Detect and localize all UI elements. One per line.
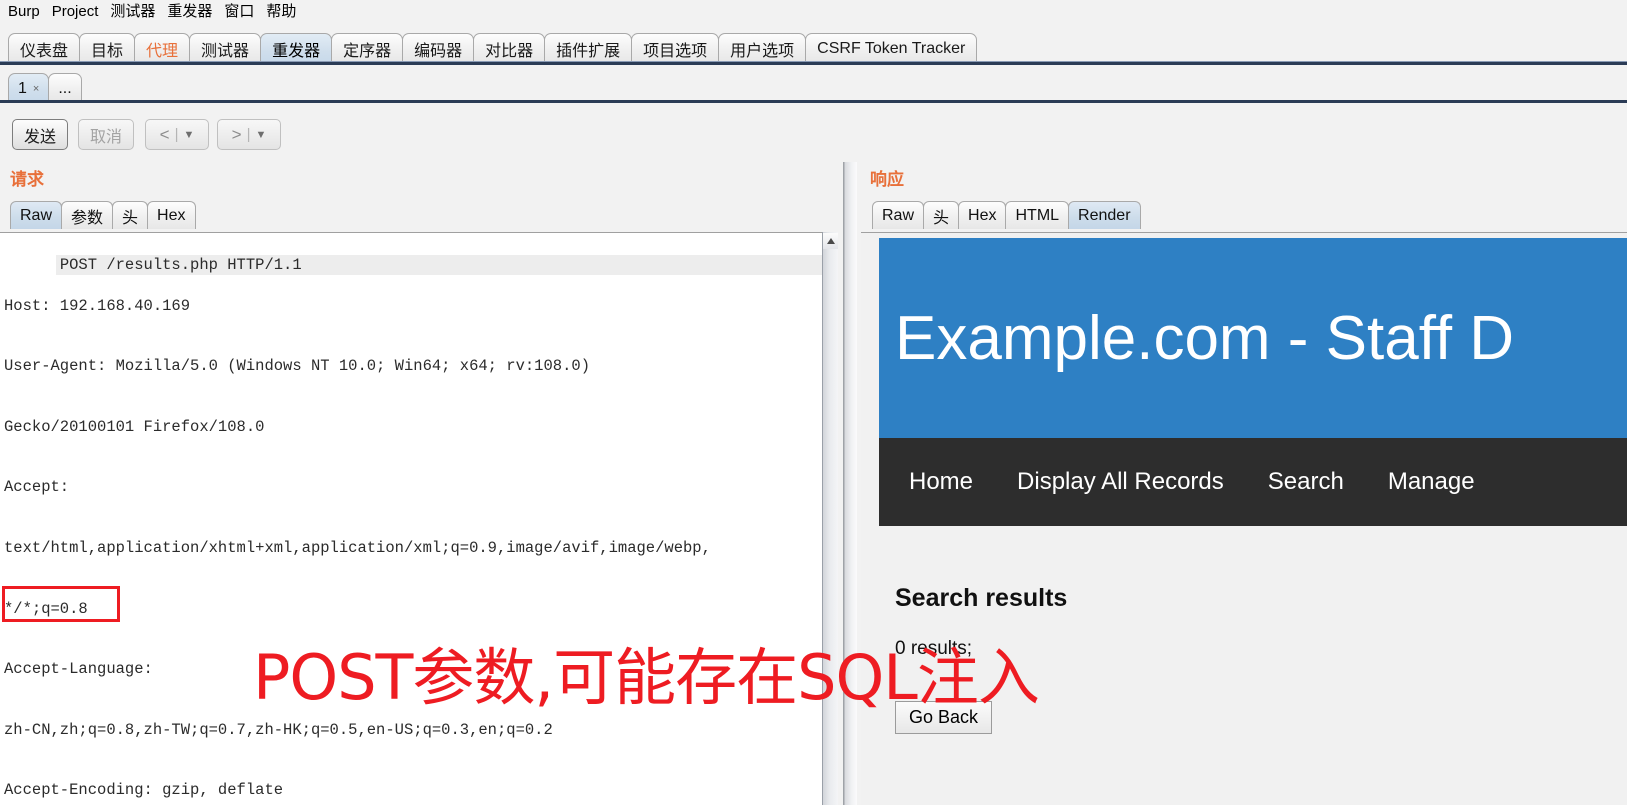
request-line-5: text/html,application/xhtml+xml,applicat… xyxy=(4,538,711,557)
response-panel-title: 响应 xyxy=(870,170,904,189)
button-separator: | xyxy=(246,126,251,143)
tab-extender[interactable]: 插件扩展 xyxy=(544,33,633,64)
repeater-tab-1[interactable]: 1 × xyxy=(8,73,50,103)
application-menu-bar: Burp Project 测试器 重发器 窗口 帮助 xyxy=(0,0,1627,23)
tab-comparer[interactable]: 对比器 xyxy=(473,33,546,64)
menu-item-burp[interactable]: Burp xyxy=(8,0,48,23)
tab-target[interactable]: 目标 xyxy=(79,33,136,64)
tab-csrf-token-tracker[interactable]: CSRF Token Tracker xyxy=(805,33,978,64)
go-forward-button[interactable]: > | ▼ xyxy=(217,119,281,150)
search-results-heading: Search results xyxy=(895,584,1068,612)
tab-proxy[interactable]: 代理 xyxy=(134,33,191,64)
request-line-1: Host: 192.168.40.169 xyxy=(4,296,191,315)
site-banner: Example.com - Staff D xyxy=(879,238,1627,438)
repeater-tab-strip: 1 × ... xyxy=(0,65,1627,103)
tab-sequencer[interactable]: 定序器 xyxy=(331,33,404,64)
nav-link-manage[interactable]: Manage xyxy=(1388,468,1475,496)
repeater-action-toolbar: 发送 取消 < | ▼ > | ▼ 目标: http://192.168.40.… xyxy=(0,106,1627,261)
main-tab-strip: 仪表盘 目标 代理 测试器 重发器 定序器 编码器 对比器 插件扩展 项目选项 … xyxy=(0,23,1627,65)
menu-item-project[interactable]: Project xyxy=(52,0,107,23)
request-line-4: Accept: xyxy=(4,478,70,497)
menu-item-help[interactable]: 帮助 xyxy=(266,0,304,23)
request-line-6: */*;q=0.8 xyxy=(4,599,88,618)
request-tab-raw[interactable]: Raw xyxy=(10,201,63,229)
tab-intruder[interactable]: 测试器 xyxy=(189,33,262,64)
repeater-tab-underline xyxy=(0,100,1627,103)
request-tab-params[interactable]: 参数 xyxy=(61,201,114,229)
request-line-9: Accept-Encoding: gzip, deflate xyxy=(4,781,284,800)
response-tab-headers[interactable]: 头 xyxy=(923,201,960,229)
tab-decoder[interactable]: 编码器 xyxy=(402,33,475,64)
nav-link-display-all-records[interactable]: Display All Records xyxy=(1017,468,1224,496)
chevron-left-icon: < xyxy=(159,124,170,144)
repeater-tab-1-label: 1 xyxy=(18,79,27,97)
chevron-down-icon[interactable]: ▼ xyxy=(255,129,266,141)
request-line-3: Gecko/20100101 Firefox/108.0 xyxy=(4,417,265,436)
response-tab-html[interactable]: HTML xyxy=(1005,201,1070,229)
chevron-down-icon[interactable]: ▼ xyxy=(183,129,194,141)
menu-item-intruder[interactable]: 测试器 xyxy=(110,0,163,23)
repeater-tab-new-label: ... xyxy=(58,79,72,97)
request-line-2: User-Agent: Mozilla/5.0 (Windows NT 10.0… xyxy=(4,357,590,376)
request-tab-headers[interactable]: 头 xyxy=(112,201,149,229)
request-tab-strip: Raw 参数 头 Hex xyxy=(10,201,196,229)
tab-repeater[interactable]: 重发器 xyxy=(260,33,333,64)
tab-project-options[interactable]: 项目选项 xyxy=(631,33,720,64)
menu-item-repeater[interactable]: 重发器 xyxy=(167,0,220,23)
request-line-8: zh-CN,zh;q=0.8,zh-TW;q=0.7,zh-HK;q=0.5,e… xyxy=(4,720,553,739)
tab-dashboard[interactable]: 仪表盘 xyxy=(8,33,81,64)
scroll-up-icon[interactable] xyxy=(823,233,838,249)
repeater-tab-new[interactable]: ... xyxy=(48,73,82,103)
nav-link-search[interactable]: Search xyxy=(1268,468,1344,496)
site-nav: Home Display All Records Search Manage xyxy=(879,438,1627,526)
request-raw-editor[interactable]: POST /results.php HTTP/1.1 Host: 192.168… xyxy=(0,232,838,805)
go-back-button[interactable]: < | ▼ xyxy=(145,119,209,150)
menu-item-window[interactable]: 窗口 xyxy=(224,0,262,23)
response-tab-raw[interactable]: Raw xyxy=(872,201,925,229)
tab-user-options[interactable]: 用户选项 xyxy=(718,33,807,64)
request-raw-text[interactable]: POST /results.php HTTP/1.1 Host: 192.168… xyxy=(4,235,837,805)
response-tab-render[interactable]: Render xyxy=(1068,201,1141,229)
cancel-button[interactable]: 取消 xyxy=(78,119,134,150)
request-line-0: POST /results.php HTTP/1.1 xyxy=(55,255,837,276)
chevron-right-icon: > xyxy=(231,124,242,144)
burp-suite-window: Burp Project 测试器 重发器 窗口 帮助 仪表盘 目标 代理 测试器… xyxy=(0,0,1627,805)
request-vertical-scrollbar[interactable] xyxy=(822,232,838,805)
send-button[interactable]: 发送 xyxy=(12,119,68,150)
response-tab-strip: Raw 头 Hex HTML Render xyxy=(872,201,1141,229)
request-panel-title: 请求 xyxy=(10,170,44,189)
annotation-text: POST参数,可能存在SQL注入 xyxy=(253,641,1040,714)
response-tab-hex[interactable]: Hex xyxy=(958,201,1007,229)
response-render-view: Example.com - Staff D Home Display All R… xyxy=(861,232,1627,805)
request-tab-hex[interactable]: Hex xyxy=(147,201,196,229)
nav-link-home[interactable]: Home xyxy=(909,468,973,496)
close-icon[interactable]: × xyxy=(33,83,39,95)
site-banner-title: Example.com - Staff D xyxy=(895,303,1515,373)
button-separator: | xyxy=(174,126,179,143)
